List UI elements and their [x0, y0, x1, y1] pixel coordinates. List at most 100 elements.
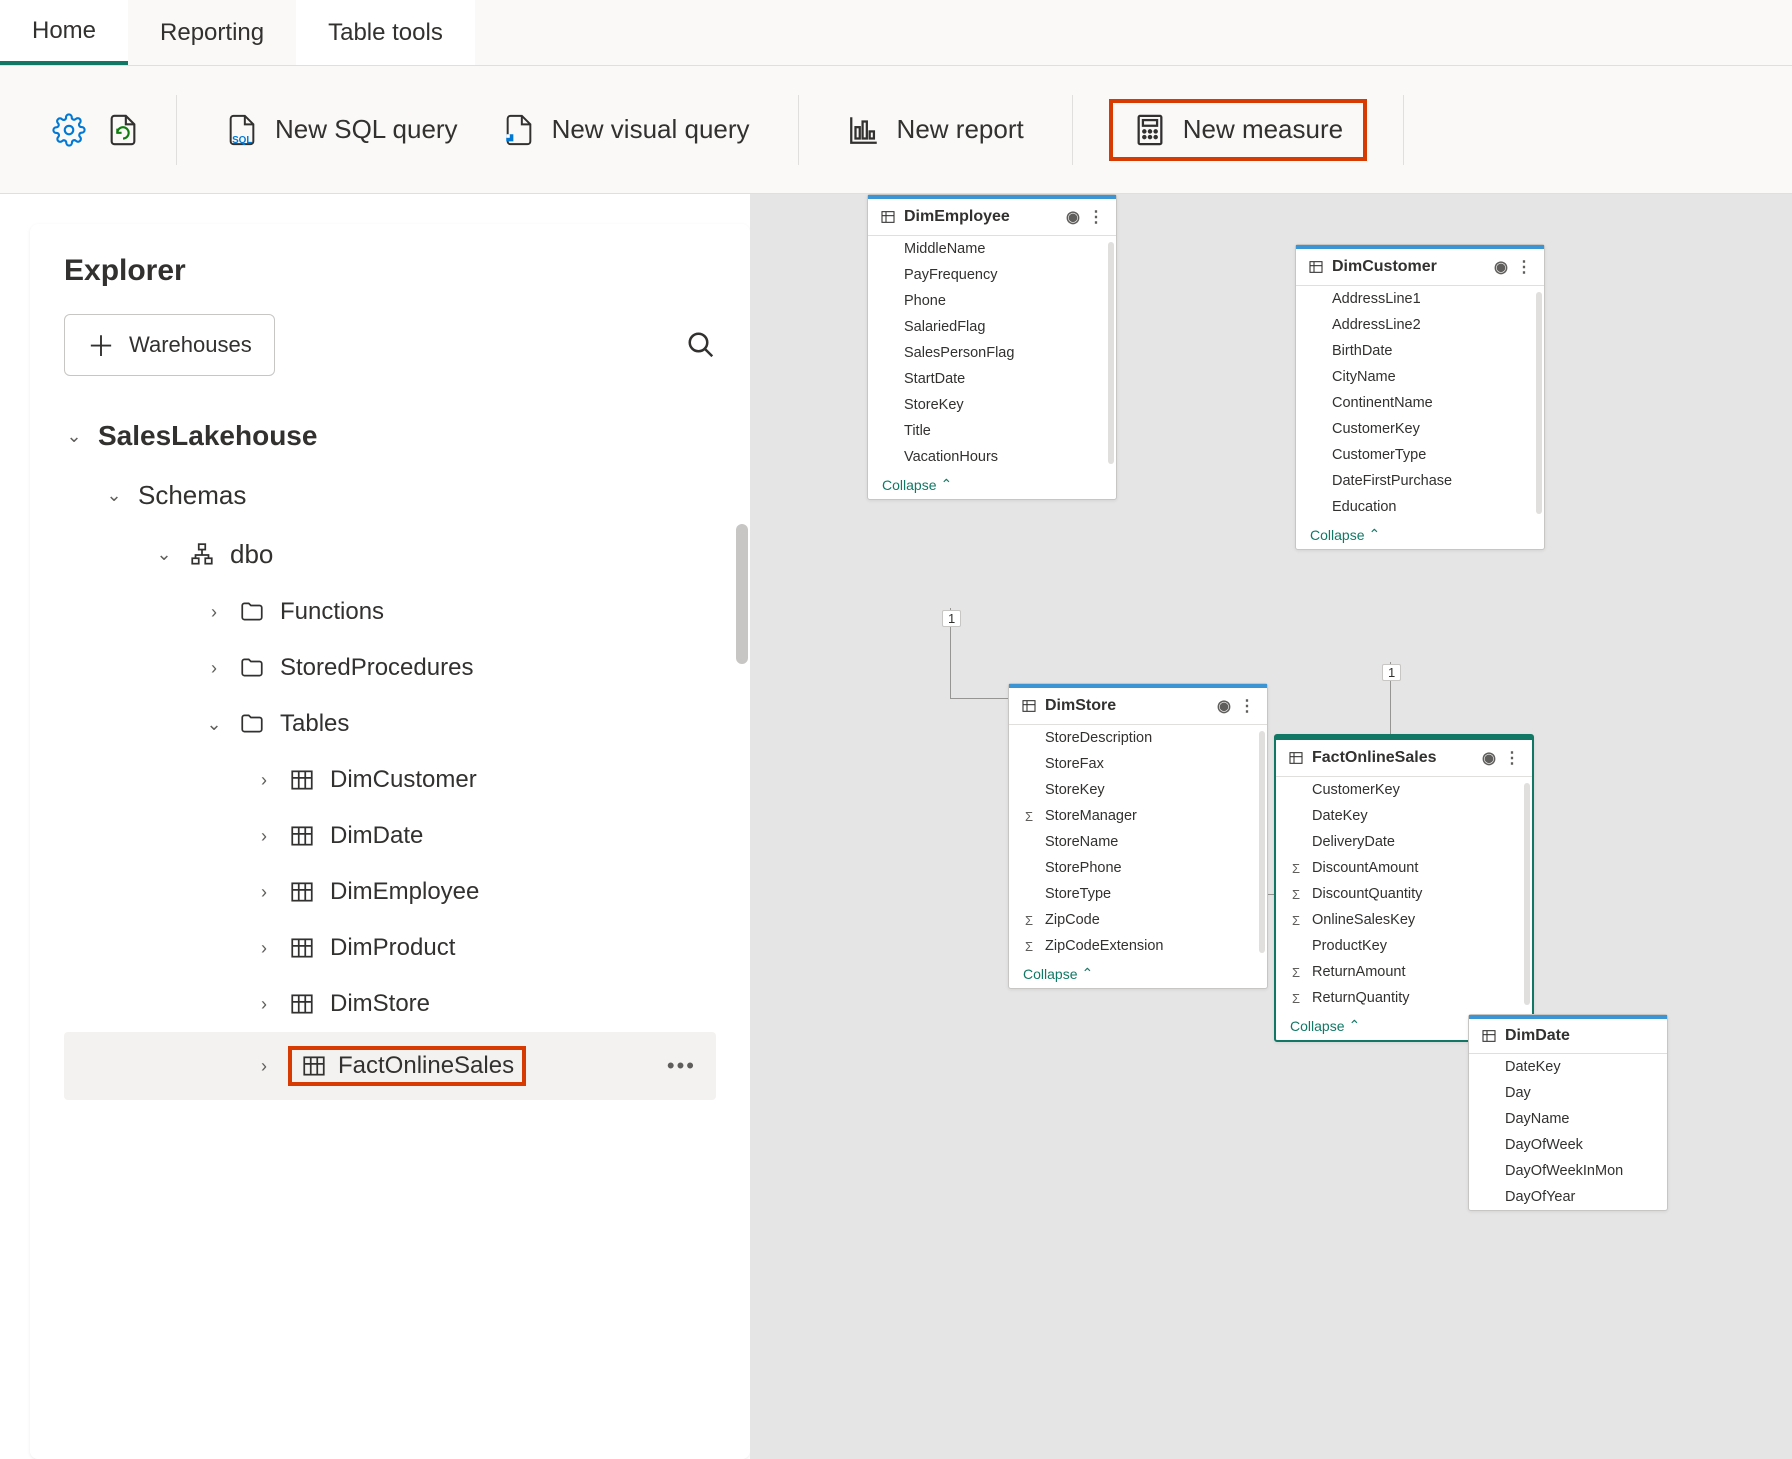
field-row[interactable]: ΣDiscountQuantity — [1276, 881, 1532, 907]
diagram-table-dimstore[interactable]: DimStore ◉⋮ StoreDescription StoreFax St… — [1008, 683, 1268, 989]
tab-home[interactable]: Home — [0, 0, 128, 65]
field-row[interactable]: SalesPersonFlag — [868, 340, 1116, 366]
visibility-icon[interactable]: ◉ — [1217, 696, 1231, 716]
field-row[interactable]: ΣStoreManager — [1009, 803, 1267, 829]
tree-table-dimcustomer[interactable]: › DimCustomer — [64, 752, 716, 808]
new-visual-query-label: New visual query — [552, 114, 750, 145]
tree-stored-procedures[interactable]: › StoredProcedures — [64, 640, 716, 696]
field-row[interactable]: ΣZipCode — [1009, 907, 1267, 933]
settings-icon[interactable] — [52, 113, 86, 147]
table-entity-icon — [1021, 698, 1037, 714]
table-icon — [288, 934, 316, 962]
table-icon — [288, 990, 316, 1018]
field-row[interactable]: StoreFax — [1009, 751, 1267, 777]
sql-file-icon: SQL — [225, 113, 259, 147]
field-row[interactable]: DateKey — [1469, 1054, 1667, 1080]
field-row[interactable]: ΣReturnQuantity — [1276, 985, 1532, 1011]
field-row[interactable]: DayOfWeek — [1469, 1132, 1667, 1158]
field-row[interactable]: StoreKey — [1009, 777, 1267, 803]
chevron-up-icon: ⌃ — [1081, 965, 1093, 982]
field-row[interactable]: CustomerType — [1296, 442, 1544, 468]
visibility-icon[interactable]: ◉ — [1482, 748, 1496, 768]
new-sql-query-button[interactable]: SQL New SQL query — [213, 105, 470, 155]
refresh-icon[interactable] — [106, 113, 140, 147]
table-scrollbar[interactable] — [1536, 292, 1542, 514]
diagram-table-dimdate[interactable]: DimDate DateKey Day DayName DayOfWeek Da… — [1468, 1014, 1668, 1211]
tree-table-factonlinesales[interactable]: › FactOnlineSales ••• — [64, 1032, 716, 1100]
collapse-button[interactable]: Collapse⌃ — [1009, 959, 1267, 988]
tree-functions[interactable]: › Functions — [64, 584, 716, 640]
more-icon[interactable]: ⋮ — [1516, 257, 1532, 277]
field-row[interactable]: Phone — [868, 288, 1116, 314]
field-row[interactable]: ContinentName — [1296, 390, 1544, 416]
diagram-table-dimcustomer[interactable]: DimCustomer ◉⋮ AddressLine1 AddressLine2… — [1295, 244, 1545, 550]
new-measure-button[interactable]: New measure — [1109, 99, 1367, 161]
field-row[interactable]: CustomerKey — [1276, 777, 1532, 803]
field-row[interactable]: DateKey — [1276, 803, 1532, 829]
diagram-table-dimemployee[interactable]: DimEmployee ◉⋮ MiddleName PayFrequency P… — [867, 194, 1117, 500]
more-icon[interactable]: ⋮ — [1504, 748, 1520, 768]
field-row[interactable]: Day — [1469, 1080, 1667, 1106]
table-body: StoreDescription StoreFax StoreKey ΣStor… — [1009, 725, 1267, 959]
warehouses-button[interactable]: ＋ Warehouses — [64, 314, 275, 376]
field-row[interactable]: DayOfYear — [1469, 1184, 1667, 1210]
tree-table-dimdate[interactable]: › DimDate — [64, 808, 716, 864]
field-row[interactable]: AddressLine1 — [1296, 286, 1544, 312]
search-icon[interactable] — [686, 330, 716, 360]
tree-table-dimstore[interactable]: › DimStore — [64, 976, 716, 1032]
new-visual-query-button[interactable]: New visual query — [490, 105, 762, 155]
field-row[interactable]: AddressLine2 — [1296, 312, 1544, 338]
more-options-icon[interactable]: ••• — [667, 1053, 696, 1079]
collapse-button[interactable]: Collapse⌃ — [1296, 520, 1544, 549]
field-row[interactable]: StoreType — [1009, 881, 1267, 907]
visibility-icon[interactable]: ◉ — [1066, 207, 1080, 227]
field-row[interactable]: ΣDiscountAmount — [1276, 855, 1532, 881]
folder-icon — [238, 654, 266, 682]
table-title: FactOnlineSales — [1312, 749, 1437, 767]
field-row[interactable]: StoreKey — [868, 392, 1116, 418]
tree-root-saleslakehouse[interactable]: ⌄ SalesLakehouse — [64, 406, 716, 466]
tree-table-dimemployee[interactable]: › DimEmployee — [64, 864, 716, 920]
field-row[interactable]: BirthDate — [1296, 338, 1544, 364]
tree-table-dimproduct[interactable]: › DimProduct — [64, 920, 716, 976]
tab-table-tools[interactable]: Table tools — [296, 0, 475, 65]
field-row[interactable]: PayFrequency — [868, 262, 1116, 288]
field-row[interactable]: StorePhone — [1009, 855, 1267, 881]
field-row[interactable]: StoreName — [1009, 829, 1267, 855]
more-icon[interactable]: ⋮ — [1239, 696, 1255, 716]
field-row[interactable]: ΣOnlineSalesKey — [1276, 907, 1532, 933]
tree-dbo[interactable]: ⌄ dbo — [64, 525, 716, 584]
plus-icon: ＋ — [87, 325, 115, 365]
field-row[interactable]: CityName — [1296, 364, 1544, 390]
table-scrollbar[interactable] — [1108, 242, 1114, 464]
field-row[interactable]: SalariedFlag — [868, 314, 1116, 340]
new-report-button[interactable]: New report — [835, 105, 1036, 155]
visibility-icon[interactable]: ◉ — [1494, 257, 1508, 277]
field-row[interactable]: StoreDescription — [1009, 725, 1267, 751]
field-row[interactable]: DayOfWeekInMon — [1469, 1158, 1667, 1184]
diagram-table-factonlinesales[interactable]: FactOnlineSales ◉ ⋮ CustomerKey DateKey D… — [1274, 734, 1534, 1042]
cardinality-one: 1 — [942, 610, 961, 627]
field-row[interactable]: ΣZipCodeExtension — [1009, 933, 1267, 959]
collapse-button[interactable]: Collapse⌃ — [868, 470, 1116, 499]
tree-schemas[interactable]: ⌄ Schemas — [64, 466, 716, 525]
table-scrollbar[interactable] — [1524, 783, 1530, 1005]
field-row[interactable]: VacationHours — [868, 444, 1116, 470]
field-row[interactable]: DeliveryDate — [1276, 829, 1532, 855]
field-row[interactable]: DayName — [1469, 1106, 1667, 1132]
field-row[interactable]: DateFirstPurchase — [1296, 468, 1544, 494]
tab-reporting[interactable]: Reporting — [128, 0, 296, 65]
field-row[interactable]: ΣReturnAmount — [1276, 959, 1532, 985]
sidebar-scrollbar[interactable] — [736, 524, 748, 664]
table-label: DimDate — [330, 822, 423, 850]
field-row[interactable]: MiddleName — [868, 236, 1116, 262]
field-row[interactable]: StartDate — [868, 366, 1116, 392]
field-row[interactable]: CustomerKey — [1296, 416, 1544, 442]
table-scrollbar[interactable] — [1259, 731, 1265, 953]
field-row[interactable]: Education — [1296, 494, 1544, 520]
more-icon[interactable]: ⋮ — [1088, 207, 1104, 227]
field-row[interactable]: ProductKey — [1276, 933, 1532, 959]
tree-tables[interactable]: ⌄ Tables — [64, 696, 716, 752]
field-row[interactable]: Title — [868, 418, 1116, 444]
diagram-canvas[interactable]: 1 ◁▷ * 1 ◁▷ 1 ◁▷ * * DimEmployee ◉⋮ Midd… — [750, 194, 1792, 1459]
